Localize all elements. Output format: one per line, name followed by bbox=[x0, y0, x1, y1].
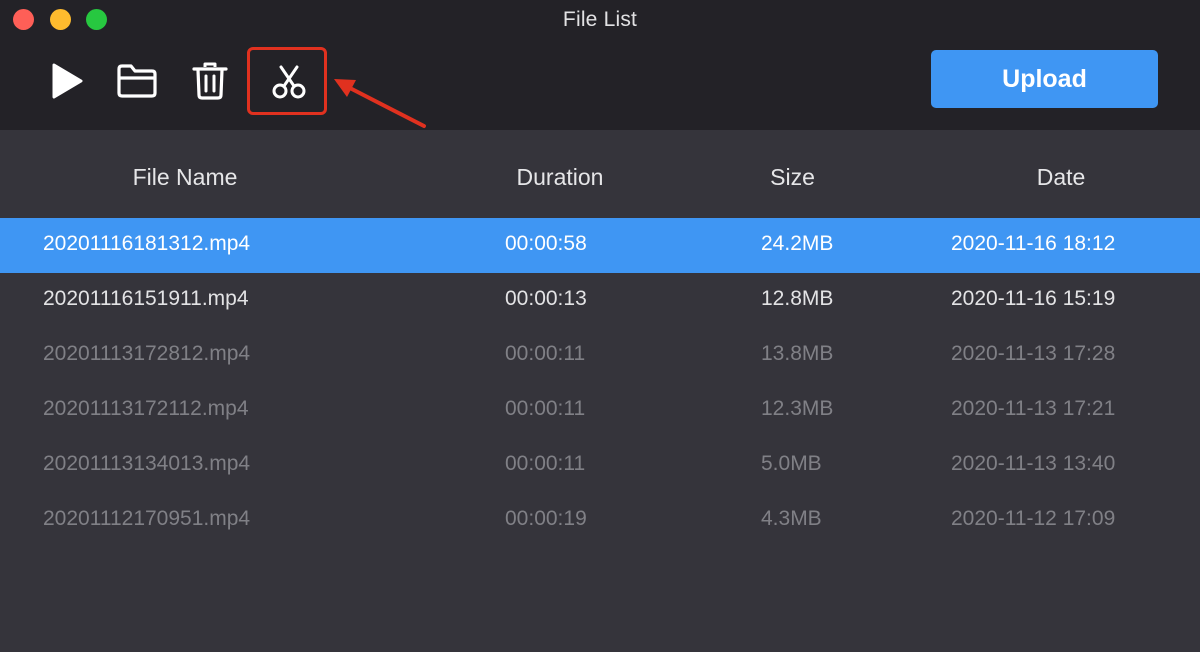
table-row[interactable]: 20201116181312.mp4 00:00:58 24.2MB 2020-11-… bbox=[0, 218, 1200, 273]
cell-size: 5.0MB bbox=[761, 452, 822, 475]
cell-date: 2020-11-16 18:12 bbox=[951, 232, 1116, 255]
header-date[interactable]: Date bbox=[920, 164, 1200, 191]
cell-name: 20201112170951.mp4 bbox=[43, 507, 251, 530]
cell-date: 2020-11-13 13:40 bbox=[951, 452, 1116, 475]
cell-date: 2020-11-12 17:09 bbox=[951, 507, 1116, 530]
trash-icon bbox=[192, 62, 228, 100]
header-file-name[interactable]: File Name bbox=[0, 164, 370, 191]
table-row[interactable]: 20201113134013.mp4 00:00:11 5.0MB 2020-11-1… bbox=[0, 438, 1200, 493]
upload-button[interactable]: Upload bbox=[931, 50, 1158, 108]
cell-size: 13.8MB bbox=[761, 342, 834, 365]
folder-icon bbox=[117, 64, 157, 98]
cell-name: 20201113172812.mp4 bbox=[43, 342, 251, 365]
cut-button-highlight bbox=[247, 47, 327, 115]
table-row[interactable]: 20201113172112.mp4 00:00:11 12.3MB 2020-11-… bbox=[0, 383, 1200, 438]
cell-size: 24.2MB bbox=[761, 232, 834, 255]
cell-duration: 00:00:13 bbox=[505, 287, 587, 310]
file-list-window: File List Upload File Name Duration Size… bbox=[0, 0, 1200, 652]
cell-duration: 00:00:58 bbox=[505, 232, 587, 255]
table-row[interactable]: 20201116151911.mp4 00:00:13 12.8MB 2020-11-… bbox=[0, 273, 1200, 328]
cell-duration: 00:00:19 bbox=[505, 507, 587, 530]
open-folder-button[interactable] bbox=[104, 52, 170, 110]
cell-size: 12.8MB bbox=[761, 287, 834, 310]
cell-date: 2020-11-13 17:21 bbox=[951, 397, 1116, 420]
table-row[interactable]: 20201113172812.mp4 00:00:11 13.8MB 2020-11-… bbox=[0, 328, 1200, 383]
cell-duration: 00:00:11 bbox=[505, 342, 586, 365]
cell-duration: 00:00:11 bbox=[505, 397, 586, 420]
cell-size: 4.3MB bbox=[761, 507, 822, 530]
cell-name: 20201113134013.mp4 bbox=[43, 452, 251, 475]
table-header: File Name Duration Size Date bbox=[0, 130, 1200, 218]
titlebar-toolbar: File List Upload bbox=[0, 0, 1200, 130]
delete-button[interactable] bbox=[177, 52, 243, 110]
table-row[interactable]: 20201112170951.mp4 00:00:19 4.3MB 2020-11-1… bbox=[0, 493, 1200, 548]
cell-size: 12.3MB bbox=[761, 397, 834, 420]
cell-name: 20201116151911.mp4 bbox=[43, 287, 249, 310]
cell-date: 2020-11-13 17:28 bbox=[951, 342, 1116, 365]
window-title: File List bbox=[562, 8, 638, 31]
file-table: 20201116181312.mp4 00:00:58 24.2MB 2020-11-… bbox=[0, 218, 1200, 548]
play-icon bbox=[52, 63, 83, 99]
cell-date: 2020-11-16 15:19 bbox=[951, 287, 1116, 310]
play-button[interactable] bbox=[34, 52, 100, 110]
cell-name: 20201116181312.mp4 bbox=[43, 232, 251, 255]
cell-name: 20201113172112.mp4 bbox=[43, 397, 249, 420]
header-duration[interactable]: Duration bbox=[455, 164, 665, 191]
pointer-arrow-icon bbox=[334, 79, 426, 128]
cell-duration: 00:00:11 bbox=[505, 452, 586, 475]
header-size[interactable]: Size bbox=[690, 164, 895, 191]
